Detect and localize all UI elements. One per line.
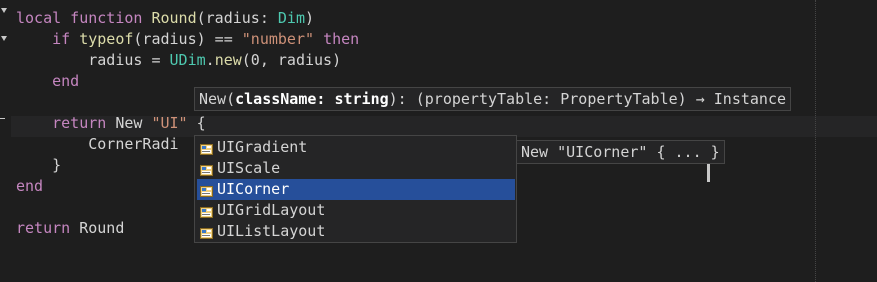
suggestion-item[interactable]: UIScale	[197, 158, 515, 179]
suggestion-label: UICorner	[217, 180, 290, 198]
code-line[interactable]: end	[16, 71, 79, 92]
code-token: if	[16, 30, 80, 48]
cursor-line-marker	[0, 118, 5, 119]
code-line[interactable]: }	[16, 155, 61, 176]
code-token: radius =	[16, 51, 170, 69]
suggestion-label: UIGradient	[217, 138, 308, 156]
suggestion-item[interactable]: UIGridLayout	[197, 200, 515, 221]
code-token: UDim	[169, 51, 206, 69]
code-token: {	[187, 114, 206, 132]
code-token: typeof	[79, 30, 134, 48]
code-token: "UI"	[151, 114, 188, 132]
code-token: return	[16, 114, 116, 132]
suggestion-item[interactable]: UICorner	[197, 179, 515, 200]
code-token: New	[115, 114, 152, 132]
code-token: then	[323, 30, 360, 48]
signature-help-tooltip: New(className: string): (propertyTable: …	[194, 87, 792, 111]
suggestion-label: UIScale	[217, 159, 281, 177]
code-line[interactable]: return New "UI" {	[16, 113, 206, 134]
code-token: CornerRadi	[16, 135, 179, 153]
code-token: new	[214, 51, 242, 69]
signature-suffix: ): (propertyTable: PropertyTable) → Inst…	[388, 90, 787, 108]
code-token: }	[16, 156, 62, 174]
code-token: )	[305, 9, 315, 27]
code-line[interactable]: return Round	[16, 218, 124, 239]
code-line[interactable]: end	[16, 176, 43, 197]
code-token: return	[16, 219, 80, 237]
gutter	[0, 0, 11, 282]
suggestion-item[interactable]: UIGradient	[197, 137, 515, 158]
code-token: Dim	[277, 9, 305, 27]
code-line[interactable]: CornerRadi	[16, 134, 179, 155]
suggestion-widget[interactable]: UIGradient UIScale UICorner UIGridLayout UIL…	[194, 135, 710, 243]
code-line[interactable]: local function Round(radius: Dim)	[16, 8, 314, 29]
editor-ruler	[815, 0, 816, 282]
suggestion-label: UIGridLayout	[217, 201, 326, 219]
suggestion-item[interactable]: UIListLayout	[197, 221, 515, 242]
signature-prefix: New(	[199, 90, 236, 108]
class-icon	[200, 225, 213, 239]
class-icon	[200, 183, 213, 197]
suggestion-detail-text: New "UICorner" { ... }	[521, 143, 720, 161]
code-line[interactable]: if typeof(radius) == "number" then	[16, 29, 359, 50]
code-token: .	[205, 51, 215, 69]
code-token: (radius) ==	[133, 30, 242, 48]
code-token: local function	[16, 9, 152, 27]
suggestion-detail-tooltip: New "UICorner" { ... }	[516, 140, 725, 164]
code-token: end	[16, 177, 44, 195]
code-token: (0, radius)	[241, 51, 342, 69]
code-token: end	[16, 72, 80, 90]
code-token: "number"	[241, 30, 315, 48]
signature-active-parameter: className: string	[235, 90, 389, 108]
code-token: (radius:	[196, 9, 278, 27]
class-icon	[200, 162, 213, 176]
suggestion-label: UIListLayout	[217, 222, 326, 240]
code-token: Round	[79, 219, 125, 237]
code-line[interactable]: radius = UDim.new(0, radius)	[16, 50, 341, 71]
code-token: Round	[151, 9, 197, 27]
class-icon	[200, 204, 213, 218]
class-icon	[200, 141, 213, 155]
fold-chevron-icon[interactable]	[1, 36, 7, 41]
fold-chevron-icon[interactable]	[1, 8, 7, 13]
